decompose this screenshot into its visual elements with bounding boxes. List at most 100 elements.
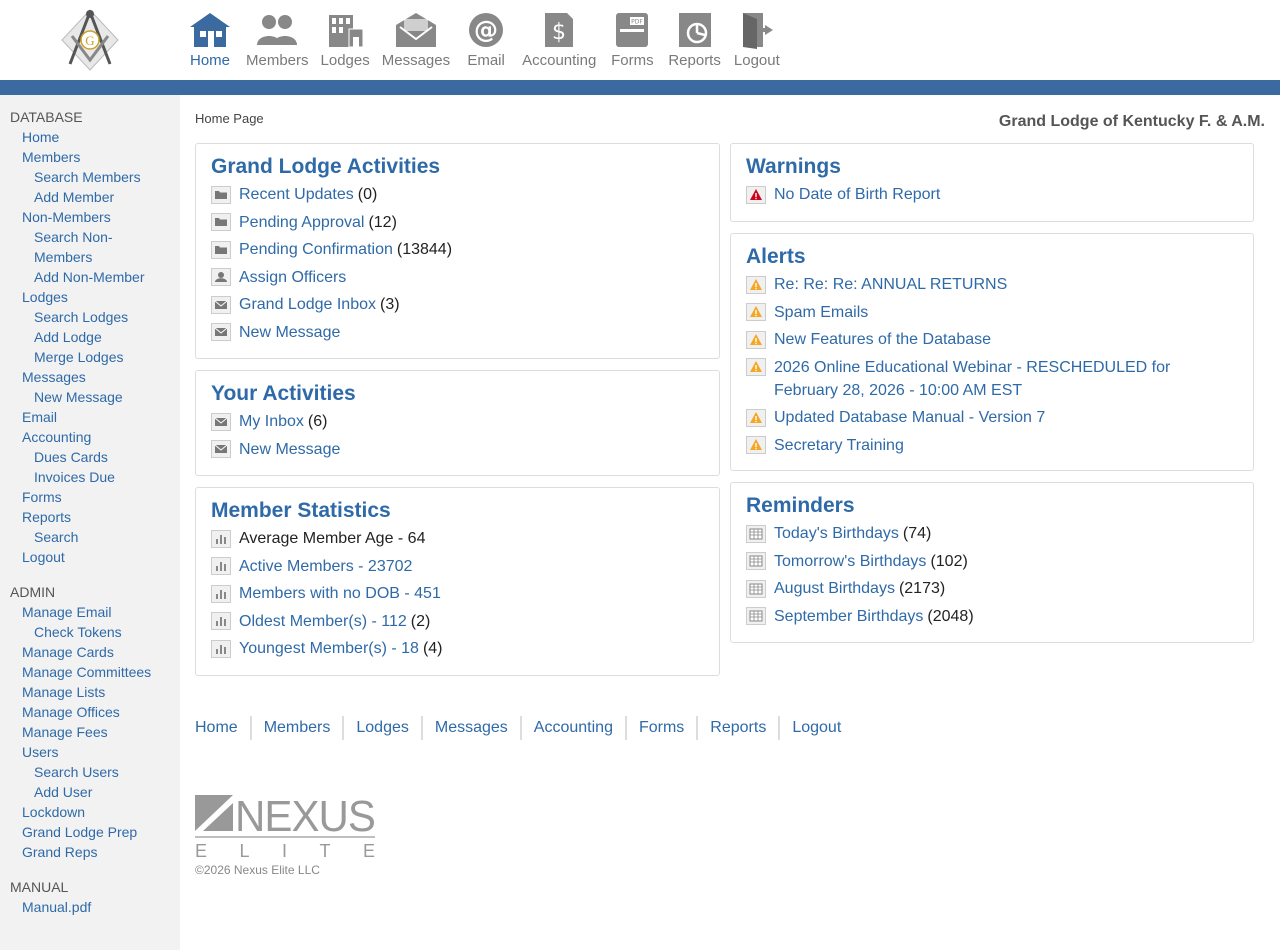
list-item: Assign Officers <box>211 266 704 289</box>
nav-messages[interactable]: Messages <box>376 8 456 70</box>
envelope-icon <box>211 438 239 461</box>
item-link[interactable]: Recent Updates <box>239 186 354 203</box>
sidebar-item-users[interactable]: Users <box>0 742 180 762</box>
sidebar-item-accounting[interactable]: Accounting <box>0 427 180 447</box>
item-count: (2173) <box>898 580 946 597</box>
nav-accounting[interactable]: $ Accounting <box>516 8 602 70</box>
sidebar-item-email[interactable]: Email <box>0 407 180 427</box>
list-item: Pending Approval (12) <box>211 211 704 234</box>
list-item: Members with no DOB - 451 <box>211 582 704 605</box>
item-link[interactable]: Today's Birthdays <box>774 525 899 542</box>
sidebar-item-manage-offices[interactable]: Manage Offices <box>0 702 180 722</box>
sidebar-item-new-message[interactable]: New Message <box>0 387 180 407</box>
sidebar-item-manage-lists[interactable]: Manage Lists <box>0 682 180 702</box>
sidebar-item-members[interactable]: Members <box>0 247 180 267</box>
sidebar-item-reports[interactable]: Reports <box>0 507 180 527</box>
sidebar-item-add-member[interactable]: Add Member <box>0 187 180 207</box>
sidebar-item-grand-reps[interactable]: Grand Reps <box>0 842 180 862</box>
item-link[interactable]: Re: Re: Re: ANNUAL RETURNS <box>774 276 1007 293</box>
sidebar-item-invoices-due[interactable]: Invoices Due <box>0 467 180 487</box>
footer-link-reports[interactable]: Reports <box>696 716 778 740</box>
sidebar-item-manage-committees[interactable]: Manage Committees <box>0 662 180 682</box>
item-link[interactable]: Pending Confirmation <box>239 241 393 258</box>
sidebar-item-members[interactable]: Members <box>0 147 180 167</box>
item-link[interactable]: No Date of Birth Report <box>774 186 940 203</box>
sidebar-item-manage-fees[interactable]: Manage Fees <box>0 722 180 742</box>
sidebar-item-non-members[interactable]: Non-Members <box>0 207 180 227</box>
item-count: (0) <box>357 186 378 203</box>
item-link[interactable]: September Birthdays <box>774 608 923 625</box>
masonic-logo[interactable]: G <box>58 6 122 74</box>
sidebar-item-manual-pdf[interactable]: Manual.pdf <box>0 897 180 917</box>
item-link[interactable]: Active Members - 23702 <box>239 558 412 575</box>
item-link[interactable]: Pending Approval <box>239 214 364 231</box>
list-item: September Birthdays (2048) <box>746 605 1238 628</box>
svg-text:PDF: PDF <box>631 19 643 26</box>
home-icon <box>186 8 234 52</box>
sidebar-item-search-lodges[interactable]: Search Lodges <box>0 307 180 327</box>
footer-link-home[interactable]: Home <box>195 716 250 740</box>
nav-reports[interactable]: Reports <box>662 8 727 70</box>
sidebar-item-messages[interactable]: Messages <box>0 367 180 387</box>
footer-link-logout[interactable]: Logout <box>778 716 853 740</box>
item-link[interactable]: Assign Officers <box>239 269 346 286</box>
sidebar-item-grand-lodge-prep[interactable]: Grand Lodge Prep <box>0 822 180 842</box>
footer-link-lodges[interactable]: Lodges <box>342 716 421 740</box>
members-icon <box>253 8 301 52</box>
item-count: (6) <box>307 413 328 430</box>
item-count: (74) <box>902 525 932 542</box>
sidebar-item-forms[interactable]: Forms <box>0 487 180 507</box>
warning-icon <box>746 356 774 379</box>
sidebar-item-logout[interactable]: Logout <box>0 547 180 567</box>
item-link[interactable]: My Inbox <box>239 413 304 430</box>
sidebar-item-home[interactable]: Home <box>0 127 180 147</box>
user-icon <box>211 266 239 289</box>
item-link[interactable]: Tomorrow's Birthdays <box>774 553 926 570</box>
item-link[interactable]: Oldest Member(s) - 112 <box>239 613 407 630</box>
sidebar-item-add-lodge[interactable]: Add Lodge <box>0 327 180 347</box>
sidebar-section-database: DATABASE <box>10 109 83 125</box>
nav-forms[interactable]: PDF Forms <box>602 8 662 70</box>
nav-members[interactable]: Members <box>240 8 315 70</box>
nav-email[interactable]: @ Email <box>456 8 516 70</box>
item-link[interactable]: Youngest Member(s) - 18 <box>239 640 419 657</box>
item-link[interactable]: New Features of the Database <box>774 331 991 348</box>
sidebar-item-merge-lodges[interactable]: Merge Lodges <box>0 347 180 367</box>
sidebar-item-lockdown[interactable]: Lockdown <box>0 802 180 822</box>
footer-link-forms[interactable]: Forms <box>624 716 696 740</box>
item-link[interactable]: 2026 Online Educational Webinar - RESCHE… <box>774 359 1170 399</box>
nav-label: Lodges <box>320 52 370 69</box>
panel-warnings: Warnings No Date of Birth Report <box>730 143 1254 222</box>
warning-icon <box>746 328 774 351</box>
item-link[interactable]: Secretary Training <box>774 437 904 454</box>
sidebar-item-dues-cards[interactable]: Dues Cards <box>0 447 180 467</box>
panel-reminders: Reminders Today's Birthdays (74) Tomorrow'… <box>730 482 1254 643</box>
nav-lodges[interactable]: Lodges <box>315 8 376 70</box>
item-link[interactable]: New Message <box>239 441 340 458</box>
nav-label: Reports <box>668 52 721 69</box>
bar-chart-icon <box>211 637 239 660</box>
footer-nav: Home Members Lodges Messages Accounting Forms… <box>195 716 853 740</box>
sidebar-item-check-tokens[interactable]: Check Tokens <box>0 622 180 642</box>
sidebar-item-add-user[interactable]: Add User <box>0 782 180 802</box>
item-link[interactable]: Spam Emails <box>774 304 868 321</box>
footer-link-accounting[interactable]: Accounting <box>519 716 625 740</box>
footer-link-members[interactable]: Members <box>249 716 343 740</box>
item-link[interactable]: Updated Database Manual - Version 7 <box>774 409 1045 426</box>
sidebar-item-manage-cards[interactable]: Manage Cards <box>0 642 180 662</box>
nav-logout[interactable]: Logout <box>727 8 787 70</box>
sidebar-item-lodges[interactable]: Lodges <box>0 287 180 307</box>
sidebar-item-search[interactable]: Search <box>0 527 180 547</box>
sidebar-item-manage-email[interactable]: Manage Email <box>0 602 180 622</box>
nav-home[interactable]: Home <box>180 8 240 70</box>
sidebar-item-add-non-member[interactable]: Add Non-Member <box>0 267 180 287</box>
sidebar-item-search-users[interactable]: Search Users <box>0 762 180 782</box>
list-item: Tomorrow's Birthdays (102) <box>746 550 1238 573</box>
sidebar-item-search-members[interactable]: Search Members <box>0 167 180 187</box>
footer-link-messages[interactable]: Messages <box>420 716 520 740</box>
item-link[interactable]: August Birthdays <box>774 580 895 597</box>
sidebar-item-search-non[interactable]: Search Non- <box>0 227 180 247</box>
item-link[interactable]: Grand Lodge Inbox <box>239 296 376 313</box>
item-link[interactable]: New Message <box>239 324 340 341</box>
item-link[interactable]: Members with no DOB - 451 <box>239 585 441 602</box>
